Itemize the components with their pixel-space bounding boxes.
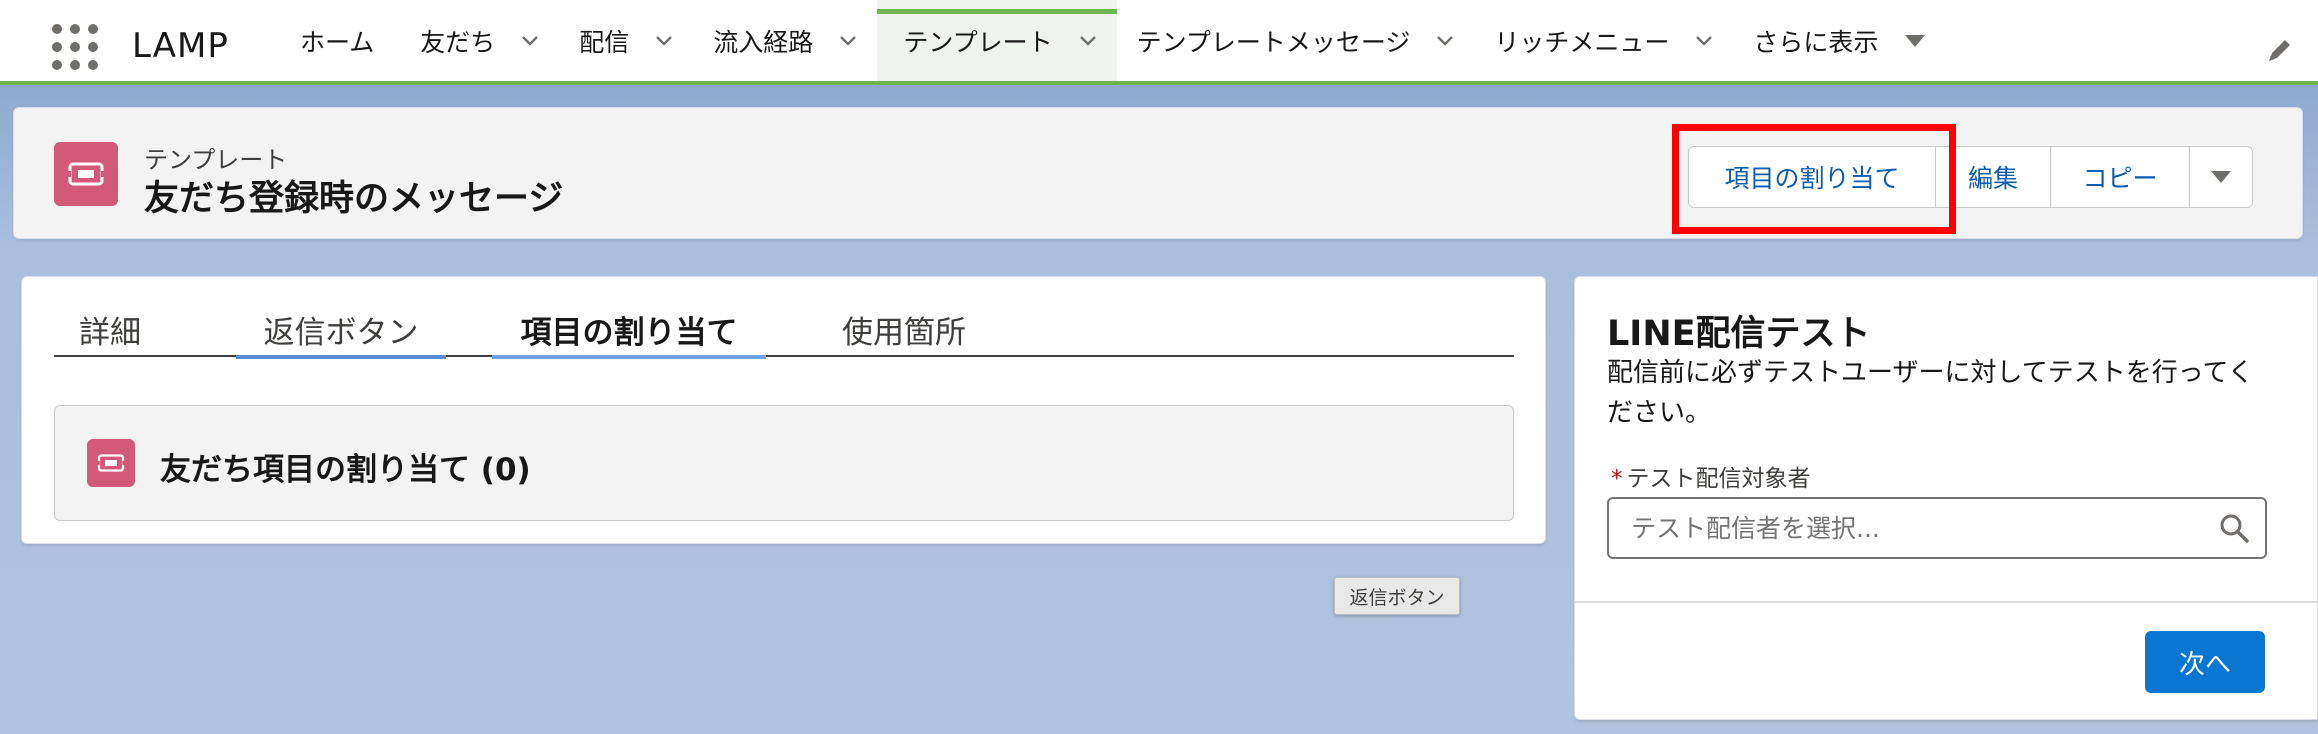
- field-mapping-button[interactable]: 項目の割り当て: [1688, 146, 1936, 208]
- field-label: * テスト配信対象者: [1611, 459, 1811, 493]
- divider: [1575, 601, 2318, 603]
- panel-description: 配信前に必ずテストユーザーに対してテストを行ってください。: [1607, 358, 2254, 428]
- page-title: 友だち登録時のメッセージ: [144, 179, 564, 219]
- pencil-icon[interactable]: [2266, 36, 2294, 68]
- nav-item-label: 配信: [579, 27, 630, 57]
- app-launcher-waffle-icon[interactable]: [52, 24, 98, 70]
- test-recipient-lookup[interactable]: [1607, 497, 2267, 559]
- tab-details[interactable]: 詳細: [74, 307, 146, 357]
- chevron-down-icon[interactable]: [1436, 35, 1454, 47]
- tab-field-mapping[interactable]: 項目の割り当て: [492, 307, 766, 359]
- search-input[interactable]: [1631, 499, 2191, 557]
- nav-item-template-message[interactable]: テンプレートメッセージ: [1117, 0, 1475, 81]
- global-navigation: LAMP ホーム 友だち 配信 流入経路 テンプレート テンプレートメッセージ …: [0, 0, 2318, 85]
- nav-item-label: 友だち: [420, 27, 496, 57]
- next-button[interactable]: 次へ: [2145, 631, 2265, 693]
- copy-button[interactable]: コピー: [2050, 146, 2190, 208]
- nav-item-label: 流入経路: [713, 27, 814, 57]
- tab-bar: 詳細 返信ボタン 項目の割り当て 使用箇所: [54, 307, 1514, 359]
- nav-item-rich-menu[interactable]: リッチメニュー: [1474, 0, 1733, 81]
- chevron-down-icon[interactable]: [521, 35, 539, 47]
- tab-label: 返信ボタン: [263, 315, 419, 351]
- nav-items: ホーム 友だち 配信 流入経路 テンプレート テンプレートメッセージ リッチメニ…: [280, 0, 1946, 81]
- nav-item-more[interactable]: さらに表示: [1733, 0, 1946, 81]
- nav-item-delivery[interactable]: 配信: [559, 0, 693, 81]
- chevron-down-icon[interactable]: [1079, 35, 1097, 47]
- record-header: テンプレート 友だち登録時のメッセージ 項目の割り当て 編集 コピー: [13, 107, 2303, 239]
- tab-usage-locations[interactable]: 使用箇所: [836, 307, 972, 357]
- tab-label: 使用箇所: [842, 315, 966, 351]
- caret-down-icon[interactable]: [1904, 34, 1926, 48]
- tab-underline: [236, 355, 446, 359]
- nav-item-label: リッチメニュー: [1494, 27, 1670, 57]
- ticket-icon: [87, 439, 135, 487]
- caret-down-icon: [2211, 171, 2231, 183]
- more-actions-button[interactable]: [2189, 146, 2253, 208]
- tab-active-underline: [492, 355, 766, 359]
- chevron-down-icon[interactable]: [655, 35, 673, 47]
- main-card: 詳細 返信ボタン 項目の割り当て 使用箇所 友だち項目の割り当て (0): [21, 276, 1546, 544]
- related-list-title[interactable]: 友だち項目の割り当て (0): [160, 444, 531, 489]
- search-icon[interactable]: [2219, 513, 2249, 547]
- nav-item-inflow-route[interactable]: 流入経路: [693, 0, 877, 81]
- panel-title: LINE配信テスト: [1607, 314, 1871, 354]
- nav-item-friends[interactable]: 友だち: [400, 0, 559, 81]
- nav-item-template[interactable]: テンプレート: [877, 0, 1117, 81]
- line-test-panel: LINE配信テスト 配信前に必ずテストユーザーに対してテストを行ってください。 …: [1574, 276, 2318, 720]
- nav-item-label: ホーム: [300, 27, 375, 57]
- ticket-icon: [54, 142, 118, 206]
- nav-item-label: テンプレートメッセージ: [1136, 27, 1411, 57]
- related-list-card: 友だち項目の割り当て (0): [54, 405, 1514, 521]
- field-label-text: テスト配信対象者: [1626, 466, 1811, 492]
- app-name: LAMP: [132, 26, 229, 66]
- tab-label: 項目の割り当て: [520, 315, 738, 351]
- nav-item-label: さらに表示: [1753, 27, 1879, 57]
- chevron-down-icon[interactable]: [839, 35, 857, 47]
- record-action-buttons: 項目の割り当て 編集 コピー: [1688, 146, 2253, 208]
- nav-item-label: テンプレート: [903, 27, 1053, 57]
- tab-reply-buttons[interactable]: 返信ボタン: [236, 307, 446, 359]
- required-mark: *: [1611, 466, 1623, 492]
- tab-label: 詳細: [79, 315, 141, 351]
- chevron-down-icon[interactable]: [1695, 35, 1713, 47]
- tooltip: 返信ボタン: [1334, 577, 1460, 615]
- nav-item-home[interactable]: ホーム: [280, 0, 400, 81]
- edit-button[interactable]: 編集: [1935, 146, 2051, 208]
